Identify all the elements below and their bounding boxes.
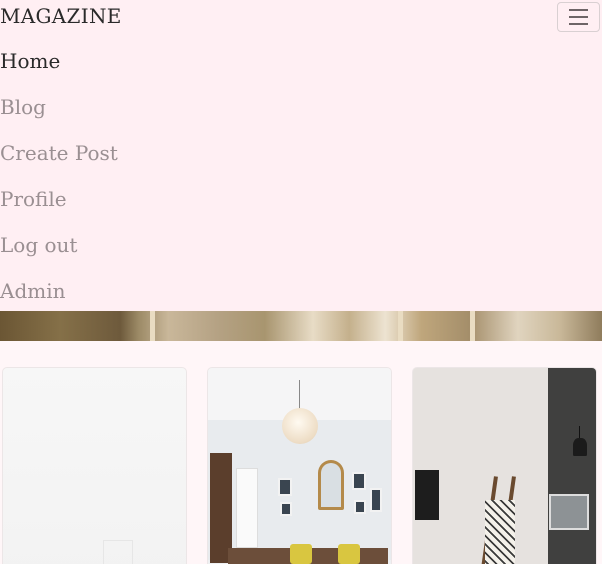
mirror [318, 460, 344, 510]
bookshelf [210, 453, 232, 563]
lamp-cord [299, 380, 300, 410]
picture-frame [280, 502, 292, 516]
hamburger-menu-icon-line [569, 16, 588, 18]
hamburger-menu-icon [569, 9, 588, 11]
hero-chair-leg [150, 311, 155, 341]
nav-item-log-out[interactable]: Log out [0, 222, 118, 268]
post-card-image[interactable] [412, 367, 597, 564]
post-card-image[interactable] [2, 367, 187, 564]
post-card-image[interactable] [207, 367, 392, 564]
hero-chair-leg [470, 311, 475, 341]
armchair [290, 544, 312, 564]
nav-list: Home Blog Create Post Profile Log out Ad… [0, 38, 118, 314]
hero-chair-leg [398, 311, 403, 341]
door [236, 468, 258, 548]
picture-frame [354, 500, 366, 514]
post-card-grid [2, 367, 597, 564]
mirror [549, 494, 589, 530]
nav-item-profile[interactable]: Profile [0, 176, 118, 222]
nav-item-home[interactable]: Home [0, 38, 118, 84]
nav-item-blog[interactable]: Blog [0, 84, 118, 130]
armchair [338, 544, 360, 564]
blanket [485, 500, 515, 564]
picture-frame [278, 478, 292, 496]
navbar: MAGAZINE Home Blog Create Post Profile L… [0, 0, 602, 311]
hamburger-menu-icon-line [569, 23, 588, 25]
dark-wall [548, 368, 596, 564]
television [415, 470, 439, 520]
pendant-lamp [573, 438, 587, 456]
picture-frame [370, 488, 382, 512]
hero-image [0, 311, 602, 341]
nav-item-admin[interactable]: Admin [0, 268, 118, 314]
interior-detail [103, 540, 133, 564]
picture-frame [352, 472, 366, 490]
brand-logo[interactable]: MAGAZINE [0, 4, 122, 28]
nav-item-create-post[interactable]: Create Post [0, 130, 118, 176]
navbar-toggler-button[interactable] [557, 2, 600, 32]
pendant-lamp [282, 408, 318, 444]
